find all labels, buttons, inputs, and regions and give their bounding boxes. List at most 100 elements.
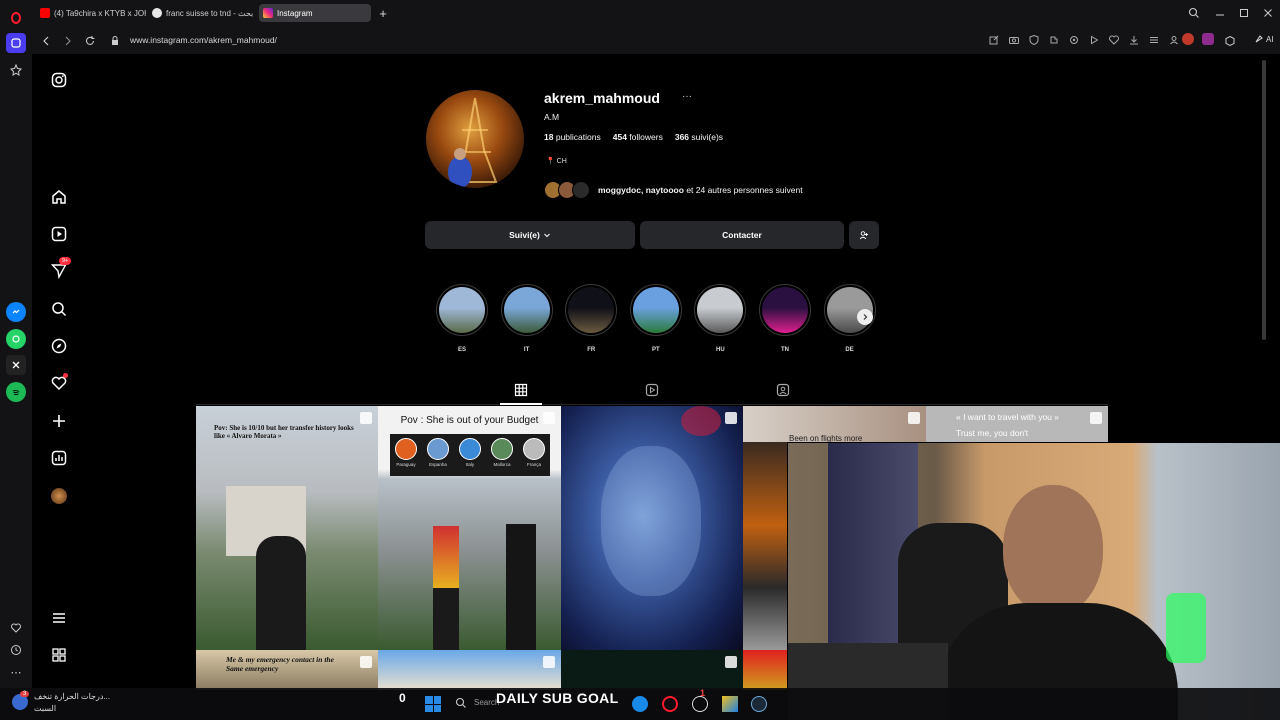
play-icon[interactable]	[1088, 34, 1100, 46]
steam-icon[interactable]	[751, 696, 767, 712]
search-icon[interactable]	[50, 300, 68, 318]
tab-search[interactable]: franc suisse to tnd - بحث	[148, 4, 256, 22]
windows-start-icon[interactable]	[425, 696, 441, 712]
post-tile[interactable]: Pov: She is 10/10 but her transfer histo…	[196, 406, 378, 650]
add-person-icon	[859, 231, 868, 240]
post-tile[interactable]	[378, 650, 561, 690]
following-stat[interactable]: 366 suivi(e)s	[675, 132, 723, 142]
spotify-icon[interactable]	[6, 382, 26, 402]
obs-icon[interactable]	[692, 696, 708, 712]
minimize-button[interactable]	[1214, 6, 1226, 18]
file-explorer-icon[interactable]	[722, 696, 738, 712]
reels-icon[interactable]	[50, 225, 68, 243]
tab-posts-grid[interactable]	[513, 382, 529, 398]
highlight-ring	[759, 284, 811, 336]
highlight-item[interactable]: ES	[436, 284, 488, 353]
post-caption: Pov: She is 10/10 but her transfer histo…	[214, 424, 354, 440]
notifications-icon[interactable]	[50, 373, 68, 392]
opera-logo-icon[interactable]	[6, 8, 26, 28]
profile-picture[interactable]	[426, 90, 524, 188]
new-tab-button[interactable]: +	[376, 6, 390, 21]
heart-bookmark-icon[interactable]	[1108, 34, 1120, 46]
menu-icon[interactable]	[1148, 34, 1160, 46]
post-tile[interactable]: « I want to travel with you » Trust me, …	[926, 406, 1108, 442]
settings-icon[interactable]	[1068, 34, 1080, 46]
followed-by[interactable]: moggydoc, naytoooo et 24 autres personne…	[544, 181, 803, 199]
extension-red-icon[interactable]	[1182, 33, 1194, 45]
dashboard-icon[interactable]	[50, 449, 68, 467]
reel-badge-icon	[1090, 412, 1102, 424]
highlight-item[interactable]: FR	[565, 284, 618, 353]
maximize-button[interactable]	[1238, 6, 1250, 18]
explore-icon[interactable]	[50, 337, 68, 355]
post-tile[interactable]: Pov : She is out of your Budget Paraguay…	[378, 406, 561, 650]
opera-taskbar-icon[interactable]	[662, 696, 678, 712]
highlight-cover	[568, 287, 615, 333]
home-icon[interactable]	[50, 188, 68, 206]
highlight-label: ES	[457, 347, 466, 353]
history-icon[interactable]	[6, 640, 26, 660]
camera-icon[interactable]	[1008, 34, 1020, 46]
tab-instagram[interactable]: Instagram	[259, 4, 371, 22]
profile-location: 📍 CH	[546, 158, 567, 165]
shield-icon[interactable]	[1028, 34, 1040, 46]
instagram-logo-icon[interactable]	[50, 71, 68, 89]
taskbar-search-icon[interactable]	[455, 696, 467, 708]
post-tile[interactable]	[743, 650, 787, 690]
tab-youtube[interactable]: (4) Ta9chira x KTYB x JOH	[36, 4, 146, 22]
post-tile[interactable]: Been on flights more	[743, 406, 926, 442]
extensions-icon[interactable]	[1048, 34, 1060, 46]
post-tile[interactable]	[561, 406, 743, 650]
following-button[interactable]: Suivi(e)	[425, 221, 635, 249]
highlight-item[interactable]: PT	[629, 284, 682, 353]
active-tab-indicator	[500, 403, 542, 405]
pinboard-icon[interactable]	[6, 60, 26, 80]
search-tabs-icon[interactable]	[1188, 6, 1200, 24]
apps-icon[interactable]	[50, 646, 68, 664]
daily-sub-goal: DAILY SUB GOAL	[496, 690, 619, 706]
reload-button[interactable]	[84, 34, 96, 52]
more-options-icon[interactable]: ⋯	[6, 662, 26, 682]
messages-icon[interactable]: 9+	[50, 257, 72, 280]
edge-icon[interactable]	[632, 696, 648, 712]
tab-reels[interactable]	[644, 382, 660, 398]
more-menu-icon[interactable]	[50, 609, 68, 627]
extension-purple-icon[interactable]	[1202, 33, 1214, 45]
messenger-icon[interactable]	[6, 302, 26, 322]
profile-icon[interactable]	[1168, 34, 1180, 46]
highlight-ring	[436, 284, 488, 336]
followers-stat[interactable]: 454 followers	[613, 132, 663, 142]
highlight-ring	[500, 284, 553, 336]
url-field[interactable]: www.instagram.com/akrem_mahmoud/	[130, 35, 277, 45]
profile-avatar[interactable]	[50, 487, 68, 505]
edit-icon[interactable]	[988, 34, 1000, 46]
reels-tab-icon	[645, 383, 659, 397]
reel-badge-icon	[543, 656, 555, 668]
heart-icon[interactable]	[6, 618, 26, 638]
home-workspace-icon[interactable]	[6, 33, 26, 53]
highlight-item[interactable]: TN	[759, 284, 811, 353]
suggest-people-button[interactable]	[849, 221, 879, 249]
reel-badge-icon	[725, 412, 737, 424]
x-twitter-icon[interactable]	[6, 355, 26, 375]
cube-icon[interactable]	[1224, 34, 1236, 52]
options-button[interactable]: ···	[682, 91, 692, 102]
back-button[interactable]	[41, 34, 51, 52]
forward-button[interactable]	[63, 34, 73, 52]
ai-button[interactable]: AI	[1254, 34, 1274, 44]
close-window-button[interactable]	[1262, 6, 1274, 18]
post-tile-keyboard[interactable]	[743, 442, 787, 650]
highlight-item[interactable]: HU	[694, 284, 747, 353]
contact-button[interactable]: Contacter	[640, 221, 844, 249]
lock-icon[interactable]	[110, 34, 120, 52]
download-icon[interactable]	[1128, 34, 1140, 46]
post-tile[interactable]: Me & my emergency contact in the Same em…	[196, 650, 378, 690]
create-icon[interactable]	[50, 412, 68, 430]
grid-icon	[514, 383, 528, 397]
page-scrollbar[interactable]	[1262, 60, 1266, 340]
highlight-item[interactable]: IT	[500, 284, 553, 353]
tab-tagged[interactable]	[775, 382, 791, 398]
post-tile[interactable]	[561, 650, 743, 690]
next-highlights-button[interactable]	[857, 309, 873, 325]
whatsapp-icon[interactable]	[6, 329, 26, 349]
